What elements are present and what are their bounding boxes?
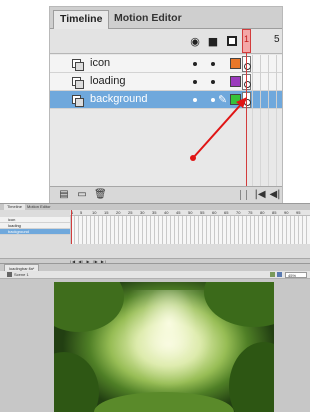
empty-frame-grid: [252, 109, 282, 187]
frame-cells[interactable]: [252, 55, 282, 73]
playhead-line: [246, 53, 247, 193]
lock-icon[interactable]: ■: [207, 35, 219, 48]
strip-layer-name: background: [8, 229, 29, 234]
strip-frame-number: 15: [104, 210, 109, 215]
layer-name: background: [90, 93, 148, 105]
step-back-button[interactable]: ◀|: [268, 189, 282, 201]
outline-color-swatch[interactable]: [230, 94, 241, 105]
layer-name: icon: [90, 57, 111, 69]
playhead[interactable]: 1: [242, 29, 251, 53]
lock-dot[interactable]: [211, 62, 215, 66]
delete-layer-icon[interactable]: 🗑: [94, 189, 107, 201]
pencil-icon: ✎: [218, 93, 228, 106]
edit-bar: Scene 1 45%: [0, 271, 310, 279]
layer-row-background[interactable]: background ✎: [50, 91, 282, 109]
strip-frame-number: 80: [260, 210, 265, 215]
layer-icon: [72, 59, 84, 71]
strip-frame-number: 90: [284, 210, 289, 215]
stage-canvas[interactable]: [54, 282, 274, 412]
new-folder-icon[interactable]: ▭: [76, 189, 88, 201]
strip-frame-number: 75: [248, 210, 253, 215]
visibility-dot[interactable]: [193, 62, 197, 66]
strip-frame-number: 70: [236, 210, 241, 215]
strip-frame-number: 20: [116, 210, 121, 215]
frame-number-5: 5: [274, 34, 280, 45]
strip-frame-number: 10: [92, 210, 97, 215]
timeline-tab-bar: Timeline Motion Editor: [50, 7, 282, 29]
tab-motion-editor[interactable]: Motion Editor: [108, 10, 188, 29]
outline-icon[interactable]: [227, 36, 237, 46]
separator: [246, 190, 247, 200]
strip-frame-number: 25: [128, 210, 133, 215]
separator: [240, 190, 241, 200]
strip-frame-number: 60: [212, 210, 217, 215]
strip-frame-number: 55: [200, 210, 205, 215]
playhead-frame-number: 1: [244, 34, 250, 44]
strip-frame-number: 30: [140, 210, 145, 215]
strip-tab-timeline[interactable]: Timeline: [4, 204, 25, 210]
layer-icon: [72, 95, 84, 107]
outline-color-swatch[interactable]: [230, 76, 241, 87]
foliage-right: [229, 342, 274, 412]
light-rays: [124, 290, 214, 400]
zoom-select[interactable]: 45%: [285, 272, 307, 278]
visibility-dot[interactable]: [193, 98, 197, 102]
layer-icon: [72, 77, 84, 89]
edit-symbol-icon[interactable]: [277, 272, 282, 277]
lock-dot[interactable]: [211, 98, 215, 102]
strip-playhead[interactable]: [71, 210, 72, 244]
frame-cells[interactable]: [252, 73, 282, 91]
strip-frame-number: 35: [152, 210, 157, 215]
zoomed-timeline-panel: Timeline Motion Editor ◉ ■ 5 1 icon load…: [49, 6, 283, 204]
eye-icon[interactable]: ◉: [189, 35, 201, 48]
layer-row-loading[interactable]: loading: [50, 73, 282, 91]
strip-frame-number: 95: [296, 210, 301, 215]
strip-frame-number: 40: [164, 210, 169, 215]
foliage-top-left: [54, 282, 124, 332]
strip-frame-number: 85: [272, 210, 277, 215]
scene-label[interactable]: Scene 1: [14, 272, 29, 277]
tab-timeline[interactable]: Timeline: [53, 10, 110, 29]
foliage-left: [54, 352, 99, 412]
first-frame-button[interactable]: |◀: [253, 189, 267, 201]
layer-name: loading: [90, 75, 126, 87]
scene-icon: [7, 272, 12, 277]
foliage-top-right: [204, 282, 274, 327]
strip-tab-motion-editor[interactable]: Motion Editor: [24, 204, 54, 210]
outline-color-swatch[interactable]: [230, 58, 241, 69]
full-timeline-strip: Timeline Motion Editor 1 5 10 15 20 25 30 35 40 4…: [0, 203, 310, 264]
edit-scene-icon[interactable]: [270, 272, 275, 277]
layer-row-icon[interactable]: icon: [50, 55, 282, 73]
strip-frame-number: 5: [80, 210, 83, 215]
visibility-dot[interactable]: [193, 80, 197, 84]
frame-cells[interactable]: [252, 91, 282, 109]
strip-layer-background[interactable]: background: [0, 229, 70, 235]
strip-frame-number: 50: [188, 210, 193, 215]
document-tab[interactable]: loadingbar.fla*: [4, 264, 40, 271]
new-layer-icon[interactable]: ▤: [58, 189, 70, 201]
strip-frame-ruler[interactable]: 1 5 10 15 20 25 30 35 40 45 50 55 60 65 70 75 80 85 90 95: [70, 210, 310, 216]
lock-dot[interactable]: [211, 80, 215, 84]
stage-area: loadingbar.fla* Scene 1 45%: [0, 263, 310, 412]
strip-frame-number: 65: [224, 210, 229, 215]
strip-frame-number: 45: [176, 210, 181, 215]
timeline-bottom-bar: ▤ ▭ 🗑 |◀ ◀|: [50, 186, 282, 203]
